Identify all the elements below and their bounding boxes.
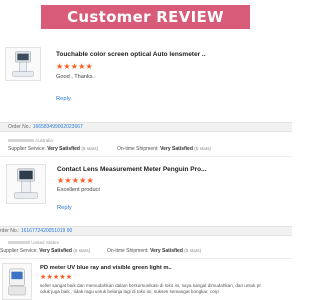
- product-title[interactable]: Touchable color screen optical Auto lens…: [56, 51, 206, 58]
- review-text: seller sangat baik dan memudahkan dalam …: [40, 283, 290, 295]
- shipment-rating: On-time Shipment: Very Satisfied (5 star…: [117, 146, 211, 152]
- buyer-name-redacted: [8, 241, 30, 245]
- divider: [0, 258, 292, 259]
- product-thumbnail[interactable]: [5, 47, 41, 81]
- country-label: United States: [31, 240, 59, 245]
- supplier-service-stars: (5 stars): [73, 248, 91, 253]
- shipment-value: Very Satisfied: [150, 248, 183, 254]
- order-number-row: rder No.: 1616772420051019 90: [0, 228, 72, 234]
- order-number-label: rder No.:: [0, 228, 20, 234]
- product-thumbnail[interactable]: [6, 164, 46, 204]
- review-text: Excellent product: [57, 187, 100, 193]
- product-thumbnail[interactable]: [2, 263, 32, 300]
- customer-review-banner: Customer REVIEW: [41, 5, 250, 29]
- order-number[interactable]: 166583499002023667: [33, 124, 83, 130]
- reply-link[interactable]: Reply: [56, 96, 71, 102]
- buyer-country: United States: [8, 240, 59, 245]
- product-title[interactable]: PD meter UV blue ray and visible green l…: [40, 265, 172, 271]
- lensmeter-icon: [14, 168, 38, 199]
- reply-link[interactable]: Reply: [57, 205, 72, 211]
- buyer-country: Australia: [8, 138, 53, 143]
- lensmeter-icon: [12, 51, 34, 77]
- supplier-service-label: Supplier Service:: [8, 146, 46, 152]
- shipment-stars: (5 stars): [194, 146, 212, 151]
- buyer-name-redacted: [8, 139, 34, 143]
- order-number-label: Order No.:: [8, 124, 32, 130]
- supplier-service-value: Very Satisfied: [47, 146, 80, 152]
- shipment-value: Very Satisfied: [160, 146, 193, 152]
- supplier-service-stars: (5 stars): [81, 146, 99, 151]
- country-label: Australia: [35, 138, 53, 143]
- review-text-line: oduk juga baik , tidak ragu untuk belanj…: [40, 289, 219, 294]
- supplier-service-label: Supplier Service:: [0, 248, 38, 254]
- rating-stars: ★★★★★: [56, 62, 93, 71]
- order-number-row: Order No.: 166583499002023667: [8, 124, 83, 130]
- order-number[interactable]: 1616772420051019 90: [21, 228, 72, 234]
- order-bar: rder No.: 1616772420051019 90: [0, 226, 292, 236]
- divider: [0, 156, 292, 157]
- rating-stars: ★★★★★: [40, 274, 73, 281]
- product-title[interactable]: Contact Lens Measurement Meter Penguin P…: [57, 166, 207, 173]
- order-bar: Order No.: 166583499002023667: [0, 122, 292, 132]
- shipment-label: On-time Shipment:: [117, 146, 159, 152]
- supplier-service-rating: Supplier Service: Very Satisfied (5 star…: [8, 146, 98, 152]
- shipment-rating: On-time Shipment: Very Satisfied (5 star…: [107, 248, 201, 254]
- supplier-service-rating: Supplier Service: Very Satisfied (5 star…: [0, 248, 90, 254]
- rating-stars: ★★★★★: [57, 176, 94, 185]
- review-text: Good , Thanks .: [56, 74, 96, 80]
- pd-meter-icon: [8, 268, 26, 296]
- shipment-stars: (5 stars): [184, 248, 202, 253]
- shipment-label: On-time Shipment:: [107, 248, 149, 254]
- supplier-service-value: Very Satisfied: [39, 248, 72, 254]
